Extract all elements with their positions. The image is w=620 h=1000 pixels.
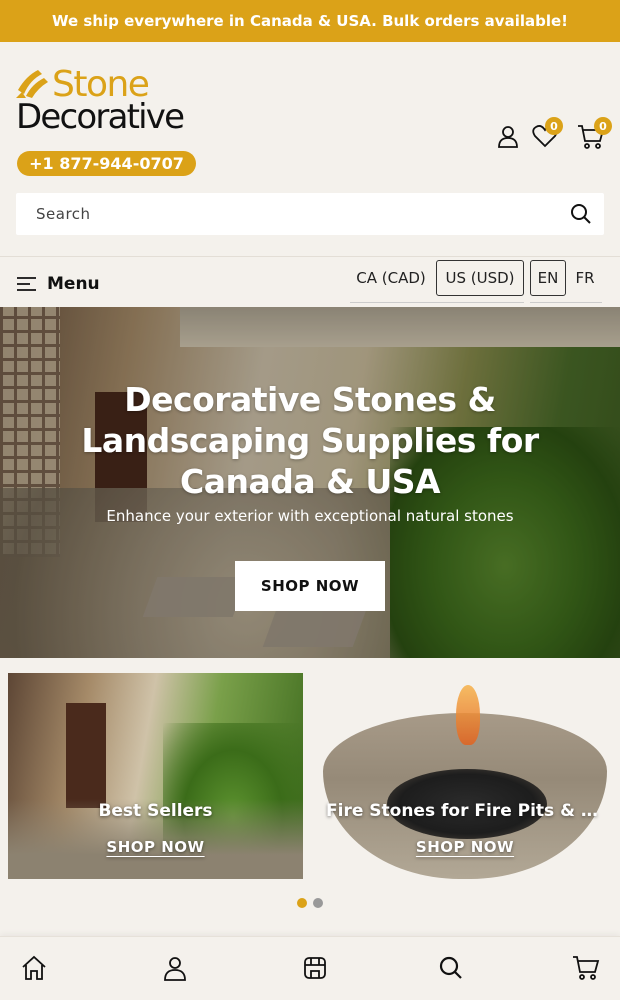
hamburger-icon: [17, 277, 36, 291]
card-image-flame: [456, 685, 480, 745]
currency-option-cad[interactable]: CA (CAD): [350, 260, 432, 296]
language-option-en[interactable]: EN: [530, 260, 566, 296]
announcement-text: We ship everywhere in Canada & USA. Bulk…: [52, 12, 568, 30]
card-title: Best Sellers: [98, 801, 213, 821]
language-underline: [530, 302, 602, 303]
search-icon[interactable]: [439, 955, 463, 981]
header-divider: [0, 256, 620, 257]
menu-button[interactable]: Menu: [16, 270, 100, 298]
wishlist-count-badge: 0: [545, 117, 563, 135]
account-icon[interactable]: [163, 955, 187, 981]
announcement-bar: We ship everywhere in Canada & USA. Bulk…: [0, 0, 620, 42]
carousel-dot[interactable]: [313, 898, 323, 908]
stone-logo-mark-icon: [16, 70, 48, 98]
hero-banner: Decorative Stones & Landscaping Supplies…: [0, 307, 620, 658]
collection-card-fire-stones[interactable]: Fire Stones for Fire Pits & Fir... SHOP …: [320, 673, 610, 879]
home-icon[interactable]: [21, 955, 47, 981]
menu-label: Menu: [47, 274, 100, 294]
logo-line-2: Decorative: [16, 97, 185, 137]
card-shop-now-link[interactable]: SHOP NOW: [8, 838, 303, 856]
search-icon[interactable]: [570, 203, 592, 225]
hero-subtitle: Enhance your exterior with exceptional n…: [106, 507, 514, 525]
card-image-door: [66, 703, 106, 808]
carousel-dot-active[interactable]: [297, 898, 307, 908]
store-icon[interactable]: [303, 955, 327, 981]
currency-underline: [350, 302, 524, 303]
search-bar: [16, 193, 604, 235]
language-option-fr[interactable]: FR: [570, 260, 600, 296]
logo[interactable]: Stone Decorative: [16, 66, 198, 136]
hero-title: Decorative Stones & Landscaping Supplies…: [81, 380, 539, 501]
currency-option-usd[interactable]: US (USD): [436, 260, 524, 296]
cart-count-badge: 0: [594, 117, 612, 135]
collection-card-best-sellers[interactable]: Best Sellers SHOP NOW: [8, 673, 303, 879]
phone-button[interactable]: +1 877-944-0707: [17, 151, 196, 176]
user-icon[interactable]: [496, 124, 520, 148]
card-title: Fire Stones for Fire Pits & Fir...: [326, 801, 610, 821]
card-shop-now-link[interactable]: SHOP NOW: [320, 838, 610, 856]
bottom-nav: [0, 936, 620, 1000]
hero-shop-now-button[interactable]: SHOP NOW: [235, 561, 385, 611]
search-input[interactable]: [16, 193, 556, 235]
cart-icon[interactable]: [572, 955, 600, 981]
